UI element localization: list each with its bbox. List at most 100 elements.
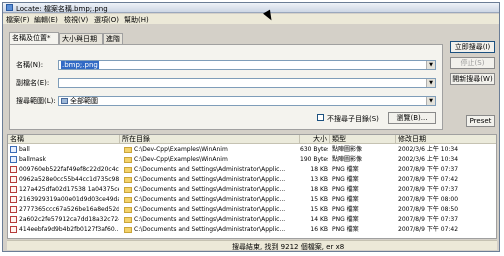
file-size: 18 KB [310, 186, 328, 193]
folder-icon [124, 187, 132, 193]
stop-button[interactable]: 停止(S) [450, 57, 495, 69]
file-type: PNG 檔案 [332, 196, 359, 203]
table-row[interactable]: 009760eb522faf49ef8c22d20c4c... C:\Docume… [8, 165, 496, 174]
file-folder: C:\Dev-Cpp\Examples\WinAnim [134, 146, 228, 153]
name-combo[interactable]: .bmp;.png ▼ [58, 60, 436, 70]
png-file-icon [10, 226, 17, 233]
table-row[interactable]: 2163929319a00e01d9d03ce49da... C:\Documen… [8, 195, 496, 204]
table-row[interactable]: 414eebfa9d9b4b2fb0127f3af60... C:\Documen… [8, 225, 496, 234]
table-row[interactable]: 2777365ccc67a526be16a8ed52d... C:\Documen… [8, 205, 496, 214]
new-search-button[interactable]: 開新搜尋(W) [450, 73, 495, 85]
table-row[interactable]: ball C:\Dev-Cpp\Examples\WinAnim 630 Bytes… [8, 145, 496, 154]
file-folder: C:\Documents and Settings\Administrator\… [134, 166, 286, 173]
folder-icon [124, 177, 132, 183]
column-size[interactable]: 大小 [300, 135, 330, 144]
name-value: .bmp;.png [61, 61, 99, 69]
file-size: 15 KB [310, 196, 328, 203]
results-list[interactable]: 名稱 所在目錄 大小 類型 修改日期 ball C:\Dev-Cpp\Exampl… [7, 134, 497, 239]
file-name: 2a602c2fe57912ca7dd18a32c724... [19, 216, 119, 223]
file-modified: 2002/3/6 上午 10:34 [398, 146, 459, 153]
app-window: Locate: 檔案名稱.bmp;.png 檔案(F) 編輯(E) 檢視(V) … [2, 2, 500, 252]
file-size: 14 KB [310, 216, 328, 223]
column-type[interactable]: 類型 [330, 135, 396, 144]
file-folder: C:\Documents and Settings\Administrator\… [134, 186, 286, 193]
file-type: PNG 檔案 [332, 166, 359, 173]
png-file-icon [10, 216, 17, 223]
menu-edit[interactable]: 編輯(E) [34, 15, 58, 25]
file-type: 點陣圖影像 [332, 146, 363, 153]
file-modified: 2002/3/6 上午 10:34 [398, 156, 459, 163]
search-now-button[interactable]: 立即搜尋(I) [450, 41, 495, 53]
folder-icon [124, 147, 132, 153]
folder-icon [124, 217, 132, 223]
table-row[interactable]: 0962a528e0cc55b44cc1d735c98a... C:\Docume… [8, 175, 496, 184]
preset-button[interactable]: Preset [466, 115, 495, 127]
chevron-down-icon[interactable]: ▼ [426, 97, 435, 105]
file-name: 127a425dfa02d17538 1a04375ce... [19, 186, 119, 193]
scope-combo[interactable]: 全部範圍 ▼ [58, 96, 436, 106]
png-file-icon [10, 176, 17, 183]
file-type: PNG 檔案 [332, 176, 359, 183]
png-file-icon [10, 196, 17, 203]
menu-view[interactable]: 檢視(V) [64, 15, 88, 25]
column-name[interactable]: 名稱 [8, 135, 120, 144]
chevron-down-icon[interactable]: ▼ [426, 79, 435, 87]
file-size: 18 KB [310, 166, 328, 173]
file-folder: C:\Documents and Settings\Administrator\… [134, 216, 286, 223]
file-size: 13 KB [310, 176, 328, 183]
file-modified: 2007/8/9 下午 07:42 [398, 226, 459, 233]
table-row[interactable]: 127a425dfa02d17538 1a04375ce... C:\Docume… [8, 185, 496, 194]
file-folder: C:\Dev-Cpp\Examples\WinAnim [134, 156, 228, 163]
browse-button[interactable]: 瀏覽(B)... [388, 112, 436, 124]
file-type: 點陣圖影像 [332, 156, 363, 163]
app-icon [6, 4, 13, 11]
file-type: PNG 檔案 [332, 206, 359, 213]
png-file-icon [10, 166, 17, 173]
table-row[interactable]: 2a602c2fe57912ca7dd18a32c724... C:\Docume… [8, 215, 496, 224]
extension-label: 副檔名(E): [16, 79, 50, 87]
file-name: 009760eb522faf49ef8c22d20c4c... [19, 166, 119, 173]
file-name: 414eebfa9d9b4b2fb0127f3af60... [19, 226, 119, 233]
extension-combo[interactable]: ▼ [58, 78, 436, 88]
table-row[interactable]: ballmask C:\Dev-Cpp\Examples\WinAnim 190 B… [8, 155, 496, 164]
file-type: PNG 檔案 [332, 216, 359, 223]
file-folder: C:\Documents and Settings\Administrator\… [134, 176, 286, 183]
file-name: 2163929319a00e01d9d03ce49da... [19, 196, 119, 203]
file-name: ballmask [19, 156, 46, 163]
file-name: 0962a528e0cc55b44cc1d735c98a... [19, 176, 119, 183]
tab-name-location[interactable]: 名稱及位置* [9, 32, 59, 44]
bitmap-file-icon [10, 156, 17, 163]
status-text: 搜尋結束, 找到 9212 個檔案, er x8 [232, 243, 345, 251]
menu-options[interactable]: 選項(O) [94, 15, 119, 25]
menu-help[interactable]: 幫助(H) [124, 15, 149, 25]
drive-icon [61, 98, 68, 104]
column-modified[interactable]: 修改日期 [396, 135, 496, 144]
file-name: ball [19, 146, 30, 153]
title-bar[interactable]: Locate: 檔案名稱.bmp;.png [3, 3, 499, 13]
file-size: 16 KB [310, 226, 328, 233]
file-modified: 2007/8/9 下午 08:50 [398, 206, 459, 213]
file-size: 190 Bytes [300, 156, 328, 163]
file-size: 630 Bytes [300, 146, 328, 153]
tab-advanced[interactable]: 進階 [103, 33, 123, 44]
png-file-icon [10, 186, 17, 193]
folder-icon [124, 157, 132, 163]
column-folder[interactable]: 所在目錄 [120, 135, 300, 144]
tab-size-date[interactable]: 大小與日期 [59, 33, 103, 44]
scope-value: 全部範圍 [70, 97, 98, 105]
file-type: PNG 檔案 [332, 226, 359, 233]
window-title: Locate: 檔案名稱.bmp;.png [16, 5, 108, 13]
file-folder: C:\Documents and Settings\Administrator\… [134, 226, 286, 233]
folder-icon [124, 207, 132, 213]
png-file-icon [10, 206, 17, 213]
menu-file[interactable]: 檔案(F) [6, 15, 30, 25]
file-modified: 2007/8/9 下午 07:37 [398, 216, 459, 223]
chevron-down-icon[interactable]: ▼ [426, 61, 435, 69]
file-modified: 2007/8/9 下午 07:37 [398, 166, 459, 173]
file-folder: C:\Documents and Settings\Administrator\… [134, 196, 286, 203]
file-modified: 2007/8/9 下午 07:37 [398, 186, 459, 193]
folder-icon [124, 197, 132, 203]
no-subfolder-checkbox[interactable] [317, 114, 324, 121]
file-modified: 2007/8/9 下午 08:00 [398, 196, 459, 203]
file-modified: 2007/8/9 下午 07:42 [398, 176, 459, 183]
